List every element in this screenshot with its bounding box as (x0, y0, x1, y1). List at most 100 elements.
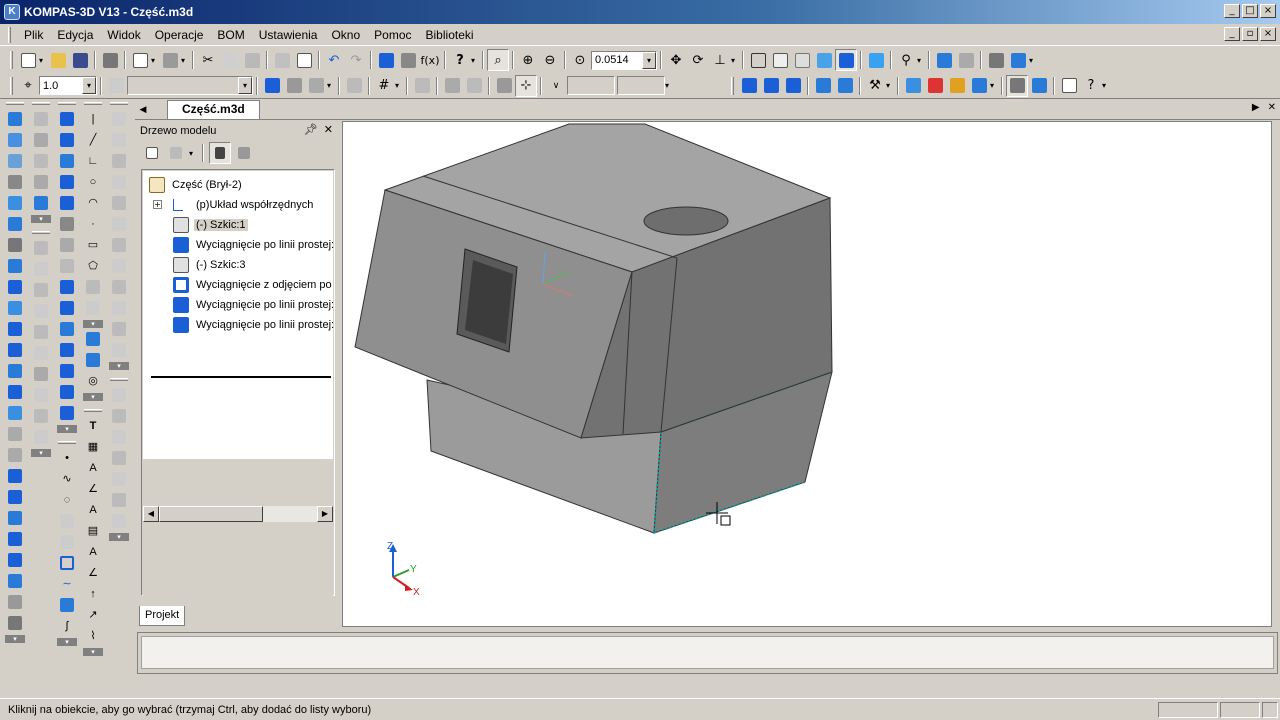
draft-v-icon[interactable] (5, 465, 25, 486)
tool-2-v-icon[interactable] (109, 405, 129, 426)
param-3-v-icon[interactable]: ◎ (83, 370, 103, 391)
view-4-v-icon[interactable] (109, 171, 129, 192)
toolbar-grip[interactable] (10, 51, 13, 69)
offset-plane-v-icon[interactable] (31, 150, 51, 171)
axis-7-v-icon[interactable] (31, 363, 51, 384)
tab-scroll-right-icon[interactable]: ▶ (1252, 102, 1260, 113)
grid-icon[interactable]: # (373, 75, 395, 97)
part-11-v-icon[interactable] (57, 318, 77, 339)
point-2-v-icon[interactable]: · (83, 213, 103, 234)
axis-v-icon[interactable] (31, 237, 51, 258)
boolean-v-icon[interactable] (5, 528, 25, 549)
menu-okno[interactable]: Okno (324, 25, 367, 45)
spline-v-icon[interactable]: ∿ (57, 468, 77, 489)
view-7-v-icon[interactable] (109, 234, 129, 255)
tree-node[interactable]: Wyciągnięcie z odjęciem po linii prostej… (143, 275, 333, 295)
axis-6-v-icon[interactable] (31, 342, 51, 363)
variables-fx-icon[interactable]: f(x) (419, 49, 441, 71)
axis-10-v-icon[interactable] (31, 426, 51, 447)
part-8-v-icon[interactable] (57, 255, 77, 276)
doc-minimize-button[interactable]: _ (1224, 27, 1240, 41)
cs-v-icon[interactable] (31, 108, 51, 129)
preview-icon[interactable] (129, 49, 151, 71)
hidden-lines-icon[interactable] (769, 49, 791, 71)
orientation-dropdown-icon[interactable]: ▾ (731, 56, 739, 65)
spec-icon[interactable] (985, 49, 1007, 71)
sweep-icon[interactable] (782, 75, 804, 97)
maximize-button[interactable]: □ (1242, 4, 1258, 18)
zoom-out-icon[interactable]: ⊖ (539, 49, 561, 71)
hole-dropdown-icon[interactable]: ▾ (886, 81, 894, 90)
library-v-icon[interactable] (5, 612, 25, 633)
poly-v-icon[interactable]: ⬠ (83, 255, 103, 276)
part-5-v-icon[interactable] (57, 192, 77, 213)
end-dropdown-icon[interactable]: ▾ (1102, 81, 1110, 90)
coord-x-field[interactable] (567, 76, 615, 95)
menu-bom[interactable]: BOM (210, 25, 251, 45)
angle-2-v-icon[interactable]: ∠ (83, 562, 103, 583)
close-button[interactable]: × (1260, 4, 1276, 18)
step-field[interactable]: 1.0 ▾ (39, 76, 97, 95)
move-v-icon[interactable] (5, 570, 25, 591)
part-14-v-icon[interactable] (57, 381, 77, 402)
properties-icon[interactable] (293, 49, 315, 71)
coord-y-field[interactable] (617, 76, 665, 95)
curve-2-v-icon[interactable]: ⌇ (83, 625, 103, 646)
snap-icon[interactable] (411, 75, 433, 97)
layer-dropdown-icon[interactable]: ▾ (238, 77, 252, 94)
angle-v-icon[interactable]: ∠ (83, 478, 103, 499)
path-v-icon[interactable] (57, 552, 77, 573)
view-6-v-icon[interactable] (109, 213, 129, 234)
line-v-icon[interactable]: | (83, 108, 103, 129)
layer-icon[interactable] (105, 75, 127, 97)
part-12-v-icon[interactable] (57, 339, 77, 360)
tree-structure-icon[interactable] (141, 142, 163, 164)
axis-4-v-icon[interactable] (31, 300, 51, 321)
diagnostics-icon[interactable] (5, 192, 25, 213)
table-v-icon[interactable] (5, 255, 25, 276)
line-2-v-icon[interactable]: ╱ (83, 129, 103, 150)
cut-icon[interactable]: ✂ (197, 49, 219, 71)
part-v-icon[interactable] (57, 108, 77, 129)
line-3-v-icon[interactable]: ∟ (83, 150, 103, 171)
tree-node[interactable]: (-) Szkic:1 (143, 215, 333, 235)
plane-icon[interactable] (902, 75, 924, 97)
save-icon[interactable] (69, 49, 91, 71)
ortho-icon[interactable] (343, 75, 365, 97)
rebuild-icon[interactable] (305, 75, 327, 97)
dim-3-v-icon[interactable]: A (83, 499, 103, 520)
measure-icon[interactable] (933, 49, 955, 71)
manager-icon[interactable] (159, 49, 181, 71)
tree-node[interactable]: Wyciągnięcie po linii prostej:2 (143, 295, 333, 315)
expand-plus-icon[interactable]: + (153, 200, 162, 209)
view-12-v-icon[interactable] (109, 339, 129, 360)
tree-filter-icon[interactable] (165, 142, 187, 164)
sketch-mode-icon[interactable] (261, 75, 283, 97)
tree-view-mode-icon[interactable] (209, 142, 231, 164)
parametric-mode-icon[interactable]: ⊹ (515, 74, 537, 97)
help-dropdown-icon[interactable]: ▾ (471, 56, 479, 65)
text-3-v-icon[interactable]: A (83, 541, 103, 562)
tree-node[interactable]: + (p)Układ współrzędnych (143, 195, 333, 215)
library-icon[interactable] (397, 49, 419, 71)
tree-node[interactable]: Wyciągnięcie po linii prostej:3 (143, 315, 333, 335)
context-help-icon[interactable]: ? (1080, 75, 1102, 97)
axis-5-v-icon[interactable] (31, 321, 51, 342)
tree-relations-icon[interactable] (233, 142, 255, 164)
part-10-v-icon[interactable] (57, 297, 77, 318)
tool-6-v-icon[interactable] (109, 489, 129, 510)
text-2-v-icon[interactable]: A (83, 457, 103, 478)
surface-icon[interactable] (5, 171, 25, 192)
orientation-icon[interactable]: ⊥ (709, 49, 731, 71)
axis-icon[interactable] (924, 75, 946, 97)
axis-2-v-icon[interactable] (31, 258, 51, 279)
zoom-scale-field[interactable]: 0.0514 ▾ (591, 50, 657, 70)
thin-lines-icon[interactable] (791, 49, 813, 71)
zoom-scale-dropdown-icon[interactable]: ▾ (642, 51, 656, 69)
view-v-icon[interactable] (109, 108, 129, 129)
tool-v-icon[interactable] (109, 384, 129, 405)
menu-pomoc[interactable]: Pomoc (367, 25, 418, 45)
axis-9-v-icon[interactable] (31, 405, 51, 426)
open-folder-icon[interactable] (47, 49, 69, 71)
step-dropdown-icon[interactable]: ▾ (82, 77, 96, 94)
